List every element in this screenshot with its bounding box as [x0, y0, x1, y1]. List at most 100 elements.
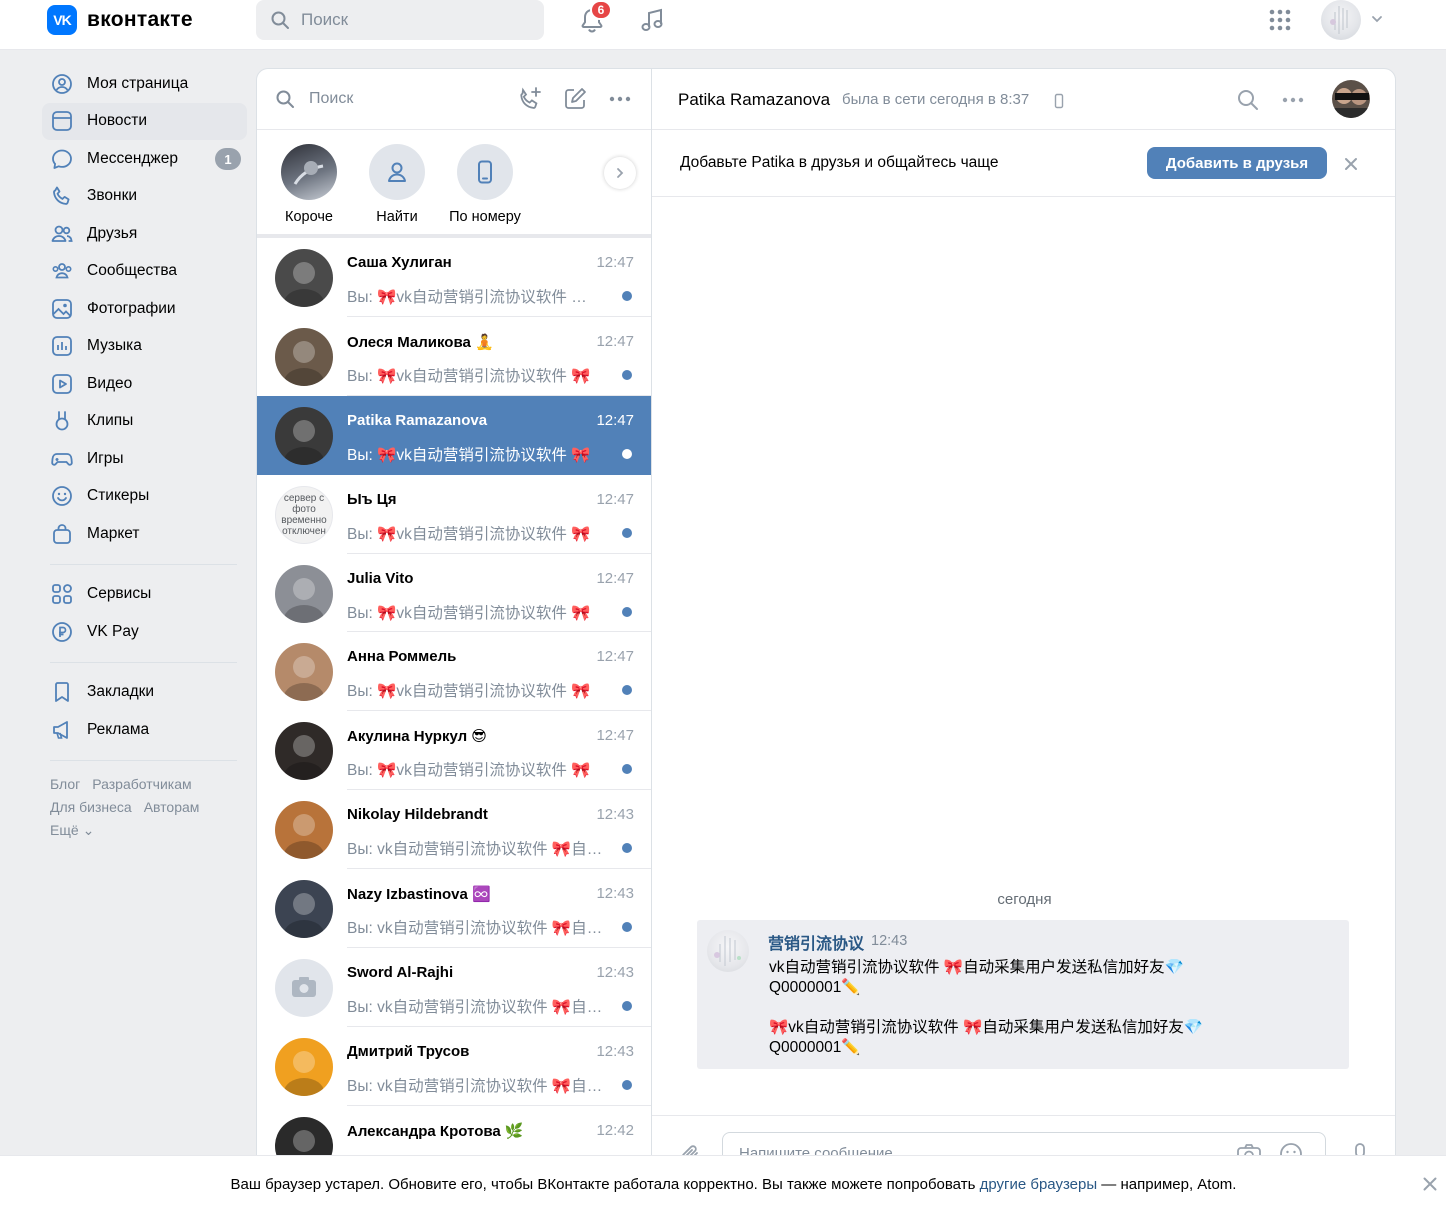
- sidebar-item-label: Музыка: [87, 337, 142, 355]
- unread-dot: [622, 291, 632, 301]
- chevron-down-icon[interactable]: [1370, 12, 1384, 26]
- unread-dot: [622, 448, 632, 459]
- sidebar-item-market[interactable]: Маркет: [42, 515, 247, 553]
- conversation-item[interactable]: Sword Al-Rajhi 12:43 Вы: vk自动营销引流协议软件 🎀自动采…: [257, 948, 652, 1027]
- conversation-preview: Вы: 🎀vk自动营销引流协议软件 🎀: [347, 683, 591, 701]
- sidebar-item-music[interactable]: Музыка: [42, 328, 247, 366]
- vk-logo[interactable]: VK вконтакте: [47, 5, 193, 35]
- sidebar-item-label: Стикеры: [87, 487, 150, 505]
- footer-link-business[interactable]: Для бизнеса: [50, 799, 132, 815]
- avatar-placeholder-text: сервер с фото временно отключен: [281, 492, 327, 537]
- footer-link-developers[interactable]: Разработчикам: [92, 776, 191, 792]
- story-by-number[interactable]: По номеру: [445, 144, 525, 225]
- sidebar-item-calls[interactable]: Звонки: [42, 178, 247, 216]
- conversation-avatar: [275, 406, 333, 465]
- add-friend-button[interactable]: Добавить в друзья: [1147, 147, 1327, 179]
- more-icon[interactable]: [607, 86, 633, 112]
- close-icon[interactable]: [1421, 1175, 1439, 1193]
- chat-peer-name[interactable]: Patika Ramazanova: [678, 90, 830, 110]
- smartphone-icon: [478, 160, 492, 184]
- stories-next-button[interactable]: [604, 157, 636, 189]
- conversation-item[interactable]: Patika Ramazanova 12:47 Вы: 🎀vk自动营销引流协议软件 …: [257, 395, 652, 475]
- sidebar-item-my-page[interactable]: Моя страница: [42, 65, 247, 103]
- conversation-preview: Вы: vk自动营销引流协议软件 🎀自动采集用户发送私信加好友: [347, 999, 604, 1017]
- conversation-preview: Вы: 🎀vk自动营销引流协议软件 🎀: [347, 604, 591, 622]
- sidebar-item-services[interactable]: Сервисы: [42, 576, 247, 614]
- conversation-item[interactable]: Дмитрий Трусов 12:43 Вы: vk自动营销引流协议软件 🎀自动采…: [257, 1027, 652, 1106]
- conversation-avatar: сервер с фото временно отключен: [275, 485, 333, 544]
- top-search-input[interactable]: Поиск: [256, 0, 544, 40]
- top-search-placeholder: Поиск: [301, 10, 349, 29]
- sidebar-item-video[interactable]: Видео: [42, 365, 247, 403]
- sidebar-item-news[interactable]: Новости: [42, 102, 247, 140]
- unread-dot: [622, 606, 632, 617]
- sidebar-item-communities[interactable]: Сообщества: [42, 253, 247, 291]
- add-call-icon[interactable]: [517, 86, 543, 112]
- left-sidebar: Моя страница Новости Мессенджер 1 Звонки…: [42, 65, 247, 842]
- footer-link-blog[interactable]: Блог: [50, 776, 80, 792]
- story-label: Короче: [285, 209, 333, 225]
- sidebar-item-label: Фотографии: [87, 299, 176, 317]
- conversation-time: 12:47: [596, 254, 634, 271]
- conversation-item[interactable]: Julia Vito 12:47 Вы: 🎀vk自动营销引流协议软件 🎀: [257, 554, 652, 633]
- sidebar-divider: [50, 759, 237, 761]
- conversation-name: Nikolay Hildebrandt: [347, 806, 488, 824]
- message-author[interactable]: 营销引流协议: [768, 930, 864, 954]
- footer-link-authors[interactable]: Авторам: [144, 799, 200, 815]
- message-author-avatar[interactable]: [707, 930, 749, 972]
- sidebar-item-friends[interactable]: Друзья: [42, 215, 247, 253]
- unread-dot: [622, 1079, 632, 1090]
- mobile-device-icon: [1054, 93, 1064, 109]
- chat-header: Patika Ramazanova была в сети сегодня в …: [652, 69, 1395, 130]
- phone-icon: [53, 186, 70, 206]
- other-browsers-link[interactable]: другие браузеры: [980, 1176, 1098, 1193]
- conversation-name: Олеся Маликова 🧘: [347, 333, 494, 351]
- story-find[interactable]: Найти: [357, 144, 437, 225]
- message-bubble[interactable]: 营销引流协议 12:43 vk自动营销引流协议软件 🎀自动采集用户发送私信加好友…: [697, 920, 1349, 1069]
- conversation-time: 12:43: [596, 885, 634, 903]
- close-icon[interactable]: [1342, 155, 1360, 173]
- user-circle-icon: [52, 73, 72, 94]
- conversation-item[interactable]: Акулина Нуркул 😎 12:47 Вы: 🎀vk自动营销引流协议软件 🎀: [257, 711, 652, 791]
- conversation-item[interactable]: Анна Роммель 12:47 Вы: 🎀vk自动营销引流协议软件 🎀: [257, 632, 652, 712]
- conversation-item[interactable]: Саша Хулиган 12:47 Вы: 🎀vk自动营销引流协议软件 🎀自动采集…: [257, 238, 652, 317]
- conversation-name: Александра Кротова 🌿: [347, 1122, 524, 1140]
- sidebar-item-clips[interactable]: Клипы: [42, 403, 247, 441]
- clips-icon: [55, 411, 69, 431]
- conversation-preview: Вы: vk自动营销引流协议软件 🎀自动采集用户发送私信加好友: [347, 841, 604, 859]
- conversation-item[interactable]: Александра Кротова 🌿 12:42: [257, 1106, 652, 1157]
- sidebar-item-messenger[interactable]: Мессенджер 1: [42, 140, 247, 178]
- conversation-time: 12:47: [596, 490, 634, 508]
- banner-text-part: — например, Atom.: [1097, 1176, 1237, 1193]
- chevron-right-icon: [617, 168, 624, 178]
- compose-area: Напишите сообщение...: [652, 1115, 1395, 1157]
- sidebar-item-photos[interactable]: Фотографии: [42, 290, 247, 328]
- apps-grid-icon[interactable]: [1268, 8, 1292, 32]
- conversation-item[interactable]: Nikolay Hildebrandt 12:43 Вы: vk自动营销引流协议软件…: [257, 790, 652, 870]
- message-text-line: vk自动营销引流协议软件 🎀自动采集用户发送私信加好友💎: [769, 959, 1184, 976]
- sidebar-item-vkpay[interactable]: VK Pay: [42, 613, 247, 651]
- sidebar-item-stickers[interactable]: Стикеры: [42, 478, 247, 516]
- conversation-item[interactable]: Nazy Izbastinova ♾️ 12:43 Вы: vk自动营销引流协议软件…: [257, 869, 652, 949]
- sidebar-item-bookmarks[interactable]: Закладки: [42, 674, 247, 712]
- conversation-list: Саша Хулиган 12:47 Вы: 🎀vk自动营销引流协议软件 🎀自动采集…: [257, 238, 652, 1157]
- conversation-avatar: [275, 249, 333, 307]
- more-icon[interactable]: [1280, 88, 1306, 112]
- chat-peer-avatar[interactable]: [1332, 80, 1370, 118]
- sidebar-item-label: Закладки: [87, 683, 155, 701]
- megaphone-icon: [53, 720, 68, 739]
- search-icon[interactable]: [1236, 88, 1260, 112]
- message-text-line: Q0000001✏️: [769, 1039, 861, 1056]
- profile-avatar[interactable]: [1321, 0, 1361, 40]
- conversations-search-input[interactable]: Поиск: [309, 90, 517, 108]
- conversation-item[interactable]: Олеся Маликова 🧘 12:47 Вы: 🎀vk自动营销引流协议软件 🎀: [257, 317, 652, 396]
- outdated-browser-banner: Ваш браузер устарел. Обновите его, чтобы…: [0, 1155, 1446, 1211]
- sidebar-item-ads[interactable]: Реклама: [42, 711, 247, 749]
- sidebar-item-games[interactable]: Игры: [42, 440, 247, 478]
- conversation-item[interactable]: сервер с фото временно отключен Ыъ Ця 12:4…: [257, 475, 652, 554]
- sidebar-item-label: Маркет: [87, 524, 140, 542]
- footer-more[interactable]: Ещё ⌄: [50, 819, 247, 842]
- music-note-icon[interactable]: [638, 6, 666, 34]
- compose-icon[interactable]: [562, 86, 588, 112]
- story-korotche[interactable]: Короче: [269, 144, 349, 225]
